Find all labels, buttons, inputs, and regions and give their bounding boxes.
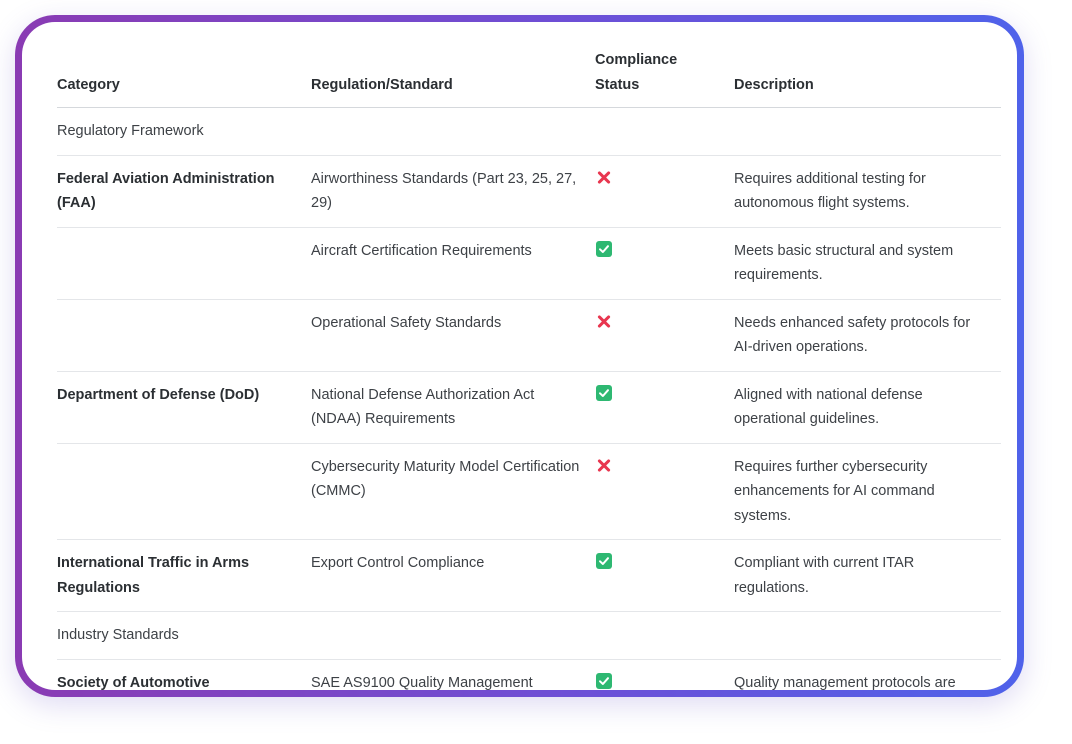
table-row: International Traffic in Arms Regulation… xyxy=(57,539,1001,612)
card-content: Category Regulation/Standard Compliance S… xyxy=(22,22,1017,690)
category-cell: International Traffic in Arms Regulation… xyxy=(57,539,311,612)
description-cell: Quality management protocols are xyxy=(734,659,1001,690)
category-cell: Society of Automotive xyxy=(57,659,311,690)
category-cell xyxy=(57,227,311,300)
header-description: Description xyxy=(734,40,1001,108)
cross-icon xyxy=(595,457,613,475)
table-row: Cybersecurity Maturity Model Certificati… xyxy=(57,443,1001,540)
check-icon xyxy=(596,240,612,257)
description-cell: Needs enhanced safety protocols for AI-d… xyxy=(734,299,1001,372)
description-cell: Meets basic structural and system requir… xyxy=(734,227,1001,300)
table-row: Federal Aviation Administration (FAA) Ai… xyxy=(57,155,1001,228)
header-regulation: Regulation/Standard xyxy=(311,40,595,108)
header-compliance-status: Compliance Status xyxy=(595,40,734,108)
status-cell xyxy=(595,299,734,372)
regulation-cell: Aircraft Certification Requirements xyxy=(311,227,595,300)
category-cell: Department of Defense (DoD) xyxy=(57,371,311,444)
header-category: Category xyxy=(57,40,311,108)
regulation-cell: Export Control Compliance xyxy=(311,539,595,612)
category-cell: Federal Aviation Administration (FAA) xyxy=(57,155,311,228)
header-status-line1: Compliance xyxy=(595,52,678,68)
table-body: Regulatory Framework Federal Aviation Ad… xyxy=(57,107,1001,690)
check-icon xyxy=(596,384,612,401)
status-cell xyxy=(595,539,734,612)
check-icon xyxy=(596,672,612,689)
section-row: Industry Standards xyxy=(57,611,1001,660)
status-cell xyxy=(595,371,734,444)
regulation-cell: SAE AS9100 Quality Management xyxy=(311,659,595,690)
category-cell xyxy=(57,443,311,540)
table-row: Aircraft Certification Requirements Meet… xyxy=(57,227,1001,300)
table-row: Department of Defense (DoD) National Def… xyxy=(57,371,1001,444)
cross-icon xyxy=(595,169,613,187)
table-row: Operational Safety Standards Needs enhan… xyxy=(57,299,1001,372)
table-header: Category Regulation/Standard Compliance S… xyxy=(57,40,1001,108)
status-cell xyxy=(595,443,734,540)
regulation-cell: Operational Safety Standards xyxy=(311,299,595,372)
cross-icon xyxy=(595,313,613,331)
description-cell: Compliant with current ITAR regulations. xyxy=(734,539,1001,612)
section-row: Regulatory Framework xyxy=(57,107,1001,156)
description-cell: Aligned with national defense operationa… xyxy=(734,371,1001,444)
status-cell xyxy=(595,227,734,300)
compliance-table: Category Regulation/Standard Compliance S… xyxy=(57,40,1001,690)
check-icon xyxy=(596,553,612,569)
card-frame: Category Regulation/Standard Compliance S… xyxy=(15,15,1024,697)
regulation-cell: Cybersecurity Maturity Model Certificati… xyxy=(311,443,595,540)
section-title: Industry Standards xyxy=(57,611,1001,660)
category-cell xyxy=(57,299,311,372)
regulation-cell: National Defense Authorization Act (NDAA… xyxy=(311,371,595,444)
status-cell xyxy=(595,155,734,228)
description-cell: Requires further cybersecurity enhanceme… xyxy=(734,443,1001,540)
status-cell xyxy=(595,659,734,690)
description-cell: Requires additional testing for autonomo… xyxy=(734,155,1001,228)
regulation-cell: Airworthiness Standards (Part 23, 25, 27… xyxy=(311,155,595,228)
section-title: Regulatory Framework xyxy=(57,107,1001,156)
header-row: Category Regulation/Standard Compliance S… xyxy=(57,40,1001,108)
header-status-line2: Status xyxy=(595,76,640,93)
table-row: Society of Automotive SAE AS9100 Quality… xyxy=(57,659,1001,690)
